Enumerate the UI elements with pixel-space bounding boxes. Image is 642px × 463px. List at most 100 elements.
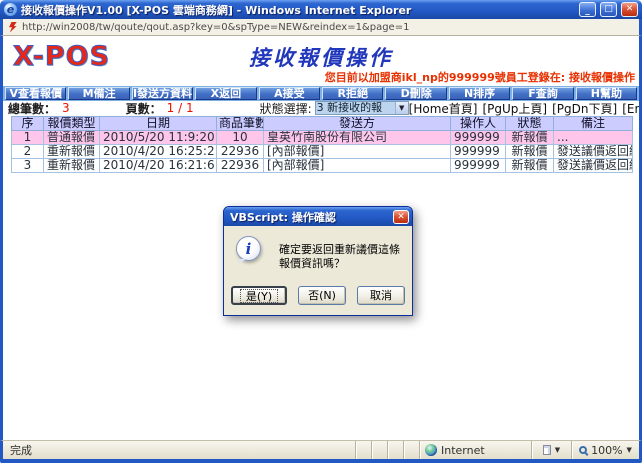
cell-status: 新報價 (506, 159, 554, 173)
state-select-value: 3 新接收的報 (316, 102, 395, 114)
toolbar-button-sort[interactable]: N排序 (449, 87, 510, 100)
toolbar-button-sender-info[interactable]: I發送方資料 (132, 87, 193, 100)
cell-quote-type: 普通報價 (44, 131, 100, 145)
cell-seq: 2 (12, 145, 44, 159)
window-title: 接收報價操作V1.00 [X-POS 雲端商務網] - Windows Inte… (21, 2, 575, 18)
cell-operator: 999999 (451, 159, 506, 173)
statusbar-cell (403, 441, 419, 459)
column-header-remark: 備注 (554, 117, 633, 131)
nav-pgup[interactable]: [PgUp上頁] (482, 100, 547, 117)
total-count-value: 3 (62, 101, 70, 115)
no-button-label: 否(N) (308, 290, 336, 301)
window-titlebar[interactable]: e 接收報價操作V1.00 [X-POS 雲端商務網] - Windows In… (0, 0, 642, 19)
chevron-down-icon: ▼ (555, 446, 560, 454)
browser-window: e 接收報價操作V1.00 [X-POS 雲端商務網] - Windows In… (0, 0, 642, 463)
page-content: X-POS 接收報價操作 您目前以加盟商ikl_np的999999號員工登錄在:… (0, 36, 642, 440)
minimize-icon: _ (585, 7, 590, 16)
zone-label: Internet (441, 444, 485, 457)
zoom-level: 100% (591, 444, 622, 457)
cell-date: 2010/4/20 16:25:2 (100, 145, 217, 159)
statusbar-cell (355, 441, 371, 459)
maximize-icon: □ (604, 5, 613, 14)
no-button[interactable]: 否(N) (298, 286, 346, 305)
quotes-table: 序 報價類型 日期 商品筆數 發送方 操作人 狀態 備注 1 普通報價 2010… (11, 116, 633, 173)
status-row: 總筆數： 3 頁數： 1 / 1 狀態選擇: 3 新接收的報 ▼ [Home首頁… (3, 101, 639, 115)
column-header-date: 日期 (100, 117, 217, 131)
nav-pgdn[interactable]: [PgDn下頁] (552, 100, 617, 117)
page-title: 接收報價操作 (249, 42, 393, 72)
state-select-label: 狀態選擇: (260, 100, 312, 117)
address-bar: http://win2008/tw/qoute/qout.asp?key=0&s… (0, 19, 642, 36)
cell-date: 2010/5/20 11:9:20 (100, 131, 217, 145)
dialog-titlebar[interactable]: VBScript: 操作確認 ✕ (224, 207, 412, 226)
statusbar-cell (387, 441, 403, 459)
dialog-message: 確定要返回重新議價這條報價資訊嗎？ (279, 236, 404, 271)
dialog-body: i 確定要返回重新議價這條報價資訊嗎？ (224, 226, 412, 271)
statusbar-done: 完成 (3, 441, 355, 459)
cancel-button-label: 取消 (370, 290, 392, 301)
column-header-sender: 發送方 (264, 117, 451, 131)
cell-seq: 3 (12, 159, 44, 173)
close-button[interactable]: ✕ (621, 2, 638, 17)
table-row[interactable]: 1 普通報價 2010/5/20 11:9:20 10 皇英竹南股份有限公司 9… (12, 131, 633, 145)
cell-item-count: 10 (217, 131, 264, 145)
info-icon: i (236, 236, 261, 261)
nav-end[interactable]: [End尾頁] (622, 100, 642, 117)
state-select[interactable]: 3 新接收的報 ▼ (315, 101, 409, 115)
cell-sender: [內部報價] (264, 145, 451, 159)
yes-button[interactable]: 是(Y) (231, 286, 287, 305)
xpos-logo: X-POS (13, 41, 110, 72)
toolbar-button-reject[interactable]: R拒絕 (322, 87, 383, 100)
cell-sender: [內部報價] (264, 159, 451, 173)
cell-item-count: 22936 (217, 145, 264, 159)
ie-icon: e (4, 3, 17, 16)
page-favicon-icon (9, 22, 17, 33)
toolbar-button-back[interactable]: X返回 (195, 87, 256, 100)
table-row[interactable]: 2 重新報價 2010/4/20 16:25:2 22936 [內部報價] 99… (12, 145, 633, 159)
window-bottom-border (0, 459, 642, 463)
table-row[interactable]: 3 重新報價 2010/4/20 16:21:6 22936 [內部報價] 99… (12, 159, 633, 173)
page-menu-control[interactable]: ▼ (531, 441, 571, 459)
close-icon: ✕ (626, 5, 634, 14)
cell-date: 2010/4/20 16:21:6 (100, 159, 217, 173)
column-header-quote-type: 報價類型 (44, 117, 100, 131)
column-header-item-count: 商品筆數 (217, 117, 264, 131)
dialog-title: VBScript: 操作確認 (230, 209, 393, 225)
toolbar-button-help[interactable]: H幫助 (576, 87, 637, 100)
toolbar-button-view-quote[interactable]: V查看報價 (5, 87, 66, 100)
chevron-down-icon: ▼ (627, 446, 632, 454)
cell-remark: ... (554, 131, 633, 145)
nav-home[interactable]: [Home首頁] (409, 100, 478, 117)
cell-sender: 皇英竹南股份有限公司 (264, 131, 451, 145)
confirm-dialog: VBScript: 操作確認 ✕ i 確定要返回重新議價這條報價資訊嗎？ 是(Y… (223, 206, 413, 316)
toolbar-button-accept[interactable]: A接受 (259, 87, 320, 100)
column-header-status: 狀態 (506, 117, 554, 131)
minimize-button[interactable]: _ (579, 2, 596, 17)
cell-status: 新報價 (506, 145, 554, 159)
table-header-row: 序 報價類型 日期 商品筆數 發送方 操作人 狀態 備注 (12, 117, 633, 131)
total-count-label: 總筆數： (8, 100, 56, 117)
maximize-button[interactable]: □ (600, 2, 617, 17)
cell-item-count: 22936 (217, 159, 264, 173)
statusbar-zone: Internet (419, 441, 531, 459)
dialog-close-button[interactable]: ✕ (393, 210, 409, 224)
toolbar-button-delete[interactable]: D刪除 (385, 87, 446, 100)
toolbar-button-memo[interactable]: M備注 (68, 87, 129, 100)
toolbar-button-query[interactable]: F查詢 (512, 87, 573, 100)
column-header-seq: 序 (12, 117, 44, 131)
cell-seq: 1 (12, 131, 44, 145)
page-icon (543, 445, 551, 455)
cell-remark: 發送議價返回給客... (554, 159, 633, 173)
zoom-control[interactable]: 100% ▼ (571, 441, 639, 459)
yes-button-label: 是(Y) (241, 290, 277, 302)
cancel-button[interactable]: 取消 (357, 286, 405, 305)
statusbar-cell (371, 441, 387, 459)
cell-quote-type: 重新報價 (44, 159, 100, 173)
address-url[interactable]: http://win2008/tw/qoute/qout.asp?key=0&s… (22, 22, 409, 33)
column-header-operator: 操作人 (451, 117, 506, 131)
globe-icon (425, 444, 437, 456)
magnifier-icon (579, 446, 587, 454)
page-nav: [Home首頁] [PgUp上頁] [PgDn下頁] [End尾頁] (409, 100, 642, 117)
status-bar: 完成 Internet ▼ 100% ▼ (0, 440, 642, 459)
chevron-down-icon[interactable]: ▼ (395, 102, 408, 114)
